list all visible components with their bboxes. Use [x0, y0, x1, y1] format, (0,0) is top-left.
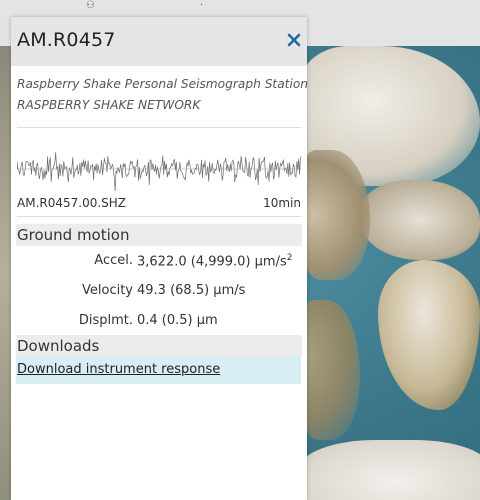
- station-description-block: Raspberry Shake Personal Seismograph Sta…: [17, 74, 309, 116]
- velocity-row: Velocity 49.3 (68.5) µm/s: [17, 283, 301, 305]
- station-info-panel: AM.R0457 Raspberry Shake Personal Seismo…: [11, 17, 309, 500]
- panel-header: AM.R0457: [11, 17, 307, 66]
- downloads-heading: Downloads: [16, 335, 302, 357]
- channel-name: AM.R0457.00.SHZ: [17, 196, 127, 210]
- close-icon[interactable]: [284, 30, 304, 50]
- accel-row: Accel. 3,622.0 (4,999.0) µm/s2: [17, 253, 301, 275]
- accel-value: 3,622.0 (4,999.0) µm/s2: [137, 253, 293, 270]
- map-control-icon: ⚇: [86, 0, 95, 11]
- station-description: Raspberry Shake Personal Seismograph Sta…: [17, 77, 309, 91]
- download-instrument-response-link[interactable]: Download instrument response: [17, 362, 220, 377]
- seismogram-trace: [17, 152, 301, 192]
- time-window: 10min: [263, 196, 301, 210]
- ground-motion-heading: Ground motion: [16, 224, 302, 246]
- velocity-value: 49.3 (68.5) µm/s: [137, 283, 246, 298]
- displacement-row: Displmt. 0.4 (0.5) µm: [17, 313, 301, 335]
- station-network: RASPBERRY SHAKE NETWORK: [17, 98, 201, 112]
- displacement-label: Displmt.: [78, 313, 133, 328]
- velocity-label: Velocity: [82, 283, 133, 298]
- displacement-value: 0.4 (0.5) µm: [137, 313, 218, 328]
- download-row: Download instrument response: [16, 356, 301, 384]
- map-control-icon: ·: [200, 0, 204, 11]
- landmass: [360, 180, 480, 260]
- accel-label: Accel.: [94, 253, 133, 268]
- divider: [17, 216, 301, 217]
- seismogram-waveform: [17, 152, 301, 192]
- antarctica: [300, 440, 480, 500]
- station-title: AM.R0457: [17, 29, 116, 51]
- divider: [17, 127, 301, 128]
